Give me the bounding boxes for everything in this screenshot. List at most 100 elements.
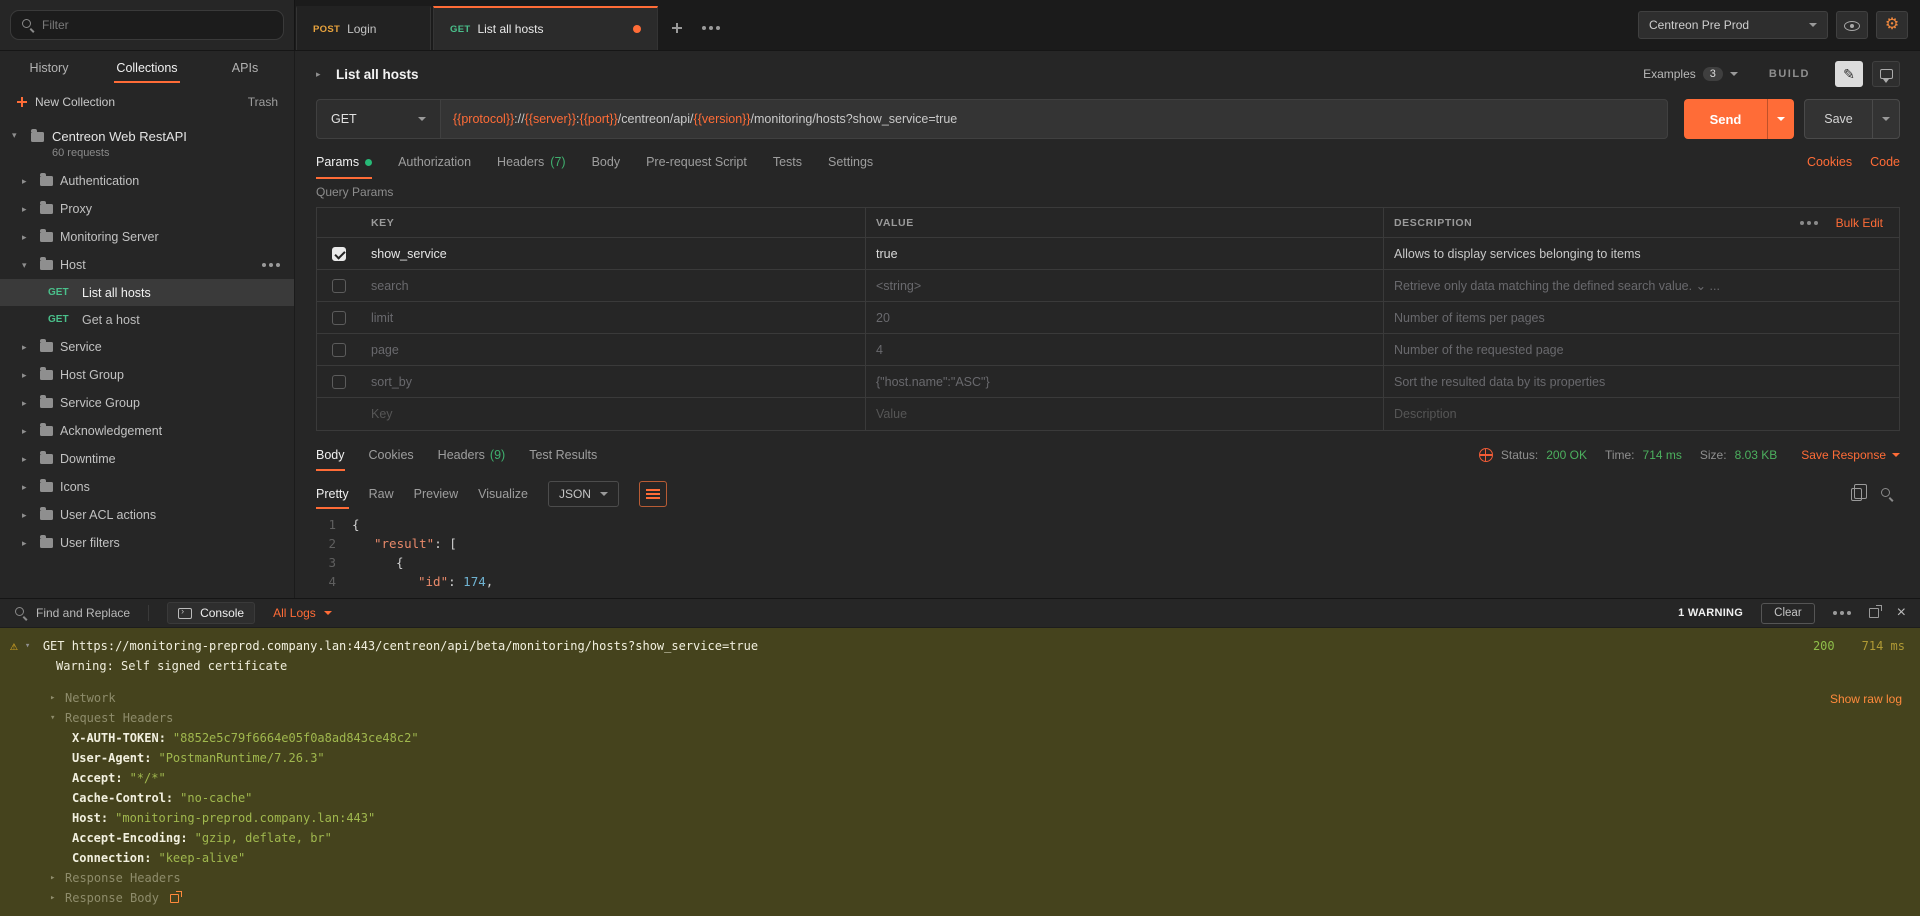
folder-options-icon[interactable] — [262, 263, 280, 267]
request-list-all-hosts[interactable]: GET List all hosts — [0, 279, 294, 306]
folder-authentication[interactable]: Authentication — [0, 167, 294, 195]
param-checkbox[interactable] — [332, 311, 346, 325]
folder-acknowledgement[interactable]: Acknowledgement — [0, 417, 294, 445]
param-value-placeholder[interactable]: Value — [865, 398, 1383, 430]
param-value[interactable]: {"host.name":"ASC"} — [865, 366, 1383, 397]
response-tab-cookies[interactable]: Cookies — [369, 439, 414, 471]
param-key[interactable]: sort_by — [361, 366, 865, 397]
examples-dropdown[interactable]: Examples 3 — [1643, 67, 1738, 81]
send-button[interactable]: Send — [1684, 99, 1794, 139]
param-value[interactable]: true — [865, 238, 1383, 269]
trash-button[interactable]: Trash — [248, 95, 278, 109]
param-key[interactable]: search — [361, 270, 865, 301]
settings-button[interactable] — [1876, 11, 1908, 39]
log-section-network[interactable]: Network — [10, 688, 1905, 708]
filter-input-box[interactable] — [10, 10, 284, 40]
code-link[interactable]: Code — [1870, 155, 1900, 169]
folder-service-group[interactable]: Service Group — [0, 389, 294, 417]
param-description[interactable]: Sort the resulted data by its properties — [1383, 366, 1899, 397]
show-raw-log-link[interactable]: Show raw log — [1830, 692, 1902, 706]
log-filter-dropdown[interactable]: All Logs — [273, 606, 332, 620]
clear-console-button[interactable]: Clear — [1761, 603, 1814, 624]
close-console-icon[interactable] — [1897, 605, 1906, 621]
new-collection-button[interactable]: New Collection — [16, 95, 115, 109]
save-options-caret[interactable] — [1873, 117, 1899, 121]
log-section-request-headers[interactable]: Request Headers — [10, 708, 1905, 728]
table-options-icon[interactable] — [1800, 221, 1818, 225]
sidebar-tab-history[interactable]: History — [0, 51, 98, 85]
search-icon[interactable] — [1880, 487, 1894, 501]
param-key-placeholder[interactable]: Key — [361, 398, 865, 430]
log-section-response-headers[interactable]: Response Headers — [10, 868, 1905, 888]
more-tabs-button[interactable] — [694, 6, 728, 50]
url-input[interactable]: {{protocol}}://{{server}}:{{port}}/centr… — [440, 99, 1668, 139]
param-checkbox[interactable] — [332, 279, 346, 293]
environment-selector[interactable]: Centreon Pre Prod — [1638, 11, 1828, 39]
view-visualize[interactable]: Visualize — [478, 479, 528, 509]
param-description[interactable]: Allows to display services belonging to … — [1383, 238, 1899, 269]
log-entry-request[interactable]: GET https://monitoring-preprod.company.l… — [10, 636, 1905, 656]
response-tab-headers[interactable]: Headers (9) — [438, 439, 506, 471]
param-value[interactable]: 20 — [865, 302, 1383, 333]
response-body-viewer[interactable]: 1 { 2 "result": [ 3 { 4 "id": 174, — [316, 515, 1900, 598]
tab-settings[interactable]: Settings — [828, 145, 873, 179]
param-key[interactable]: limit — [361, 302, 865, 333]
collection-centreon-web-restapi[interactable]: Centreon Web RestAPI 60 requests — [0, 119, 294, 167]
tab-list-all-hosts[interactable]: GET List all hosts — [433, 6, 658, 50]
response-tab-test-results[interactable]: Test Results — [529, 439, 597, 471]
method-selector[interactable]: GET — [316, 99, 440, 139]
folder-host-group[interactable]: Host Group — [0, 361, 294, 389]
response-tab-body[interactable]: Body — [316, 439, 345, 471]
folder-service[interactable]: Service — [0, 333, 294, 361]
param-key[interactable]: page — [361, 334, 865, 365]
find-and-replace-button[interactable]: Find and Replace — [14, 606, 130, 620]
environment-quick-look-button[interactable] — [1836, 11, 1868, 39]
tab-login[interactable]: POST Login — [296, 6, 431, 50]
open-in-new-icon[interactable] — [170, 894, 179, 903]
view-preview[interactable]: Preview — [414, 479, 458, 509]
tab-authorization[interactable]: Authorization — [398, 145, 471, 179]
param-value[interactable]: 4 — [865, 334, 1383, 365]
param-description[interactable]: Retrieve only data matching the defined … — [1383, 270, 1899, 301]
tab-params[interactable]: Params — [316, 145, 372, 179]
console-log[interactable]: GET https://monitoring-preprod.company.l… — [0, 628, 1920, 916]
param-description[interactable]: Number of items per pages — [1383, 302, 1899, 333]
cookies-link[interactable]: Cookies — [1807, 155, 1852, 169]
param-description-placeholder[interactable]: Description — [1383, 398, 1899, 430]
param-key[interactable]: show_service — [361, 238, 865, 269]
save-button[interactable]: Save — [1804, 99, 1900, 139]
folder-user-acl-actions[interactable]: User ACL actions — [0, 501, 294, 529]
request-get-a-host[interactable]: GET Get a host — [0, 306, 294, 333]
param-description[interactable]: Number of the requested page — [1383, 334, 1899, 365]
param-checkbox[interactable] — [332, 247, 346, 261]
tab-pre-request-script[interactable]: Pre-request Script — [646, 145, 747, 179]
view-pretty[interactable]: Pretty — [316, 479, 349, 509]
network-icon[interactable] — [1479, 448, 1493, 462]
folder-host[interactable]: Host — [0, 251, 294, 279]
tab-tests[interactable]: Tests — [773, 145, 802, 179]
tab-headers[interactable]: Headers (7) — [497, 145, 566, 179]
sidebar-tab-apis[interactable]: APIs — [196, 51, 294, 85]
chevron-right-icon[interactable] — [316, 69, 327, 80]
folder-downtime[interactable]: Downtime — [0, 445, 294, 473]
open-in-new-icon[interactable] — [1869, 608, 1879, 618]
copy-icon[interactable] — [1851, 488, 1862, 501]
bulk-edit-link[interactable]: Bulk Edit — [1836, 216, 1883, 230]
new-tab-button[interactable] — [660, 6, 694, 50]
console-options-icon[interactable] — [1833, 611, 1851, 615]
chevron-down-icon[interactable] — [25, 636, 36, 656]
tab-body[interactable]: Body — [592, 145, 621, 179]
comments-button[interactable] — [1872, 61, 1900, 87]
send-options-caret[interactable] — [1768, 117, 1794, 121]
log-section-response-body[interactable]: Response Body — [10, 888, 1905, 908]
folder-icons[interactable]: Icons — [0, 473, 294, 501]
filter-input[interactable] — [42, 18, 273, 32]
folder-proxy[interactable]: Proxy — [0, 195, 294, 223]
param-value[interactable]: <string> — [865, 270, 1383, 301]
format-selector[interactable]: JSON — [548, 481, 619, 507]
console-tab[interactable]: Console — [167, 602, 255, 624]
save-response-button[interactable]: Save Response — [1801, 448, 1900, 462]
view-raw[interactable]: Raw — [369, 479, 394, 509]
param-checkbox[interactable] — [332, 375, 346, 389]
param-checkbox[interactable] — [332, 343, 346, 357]
